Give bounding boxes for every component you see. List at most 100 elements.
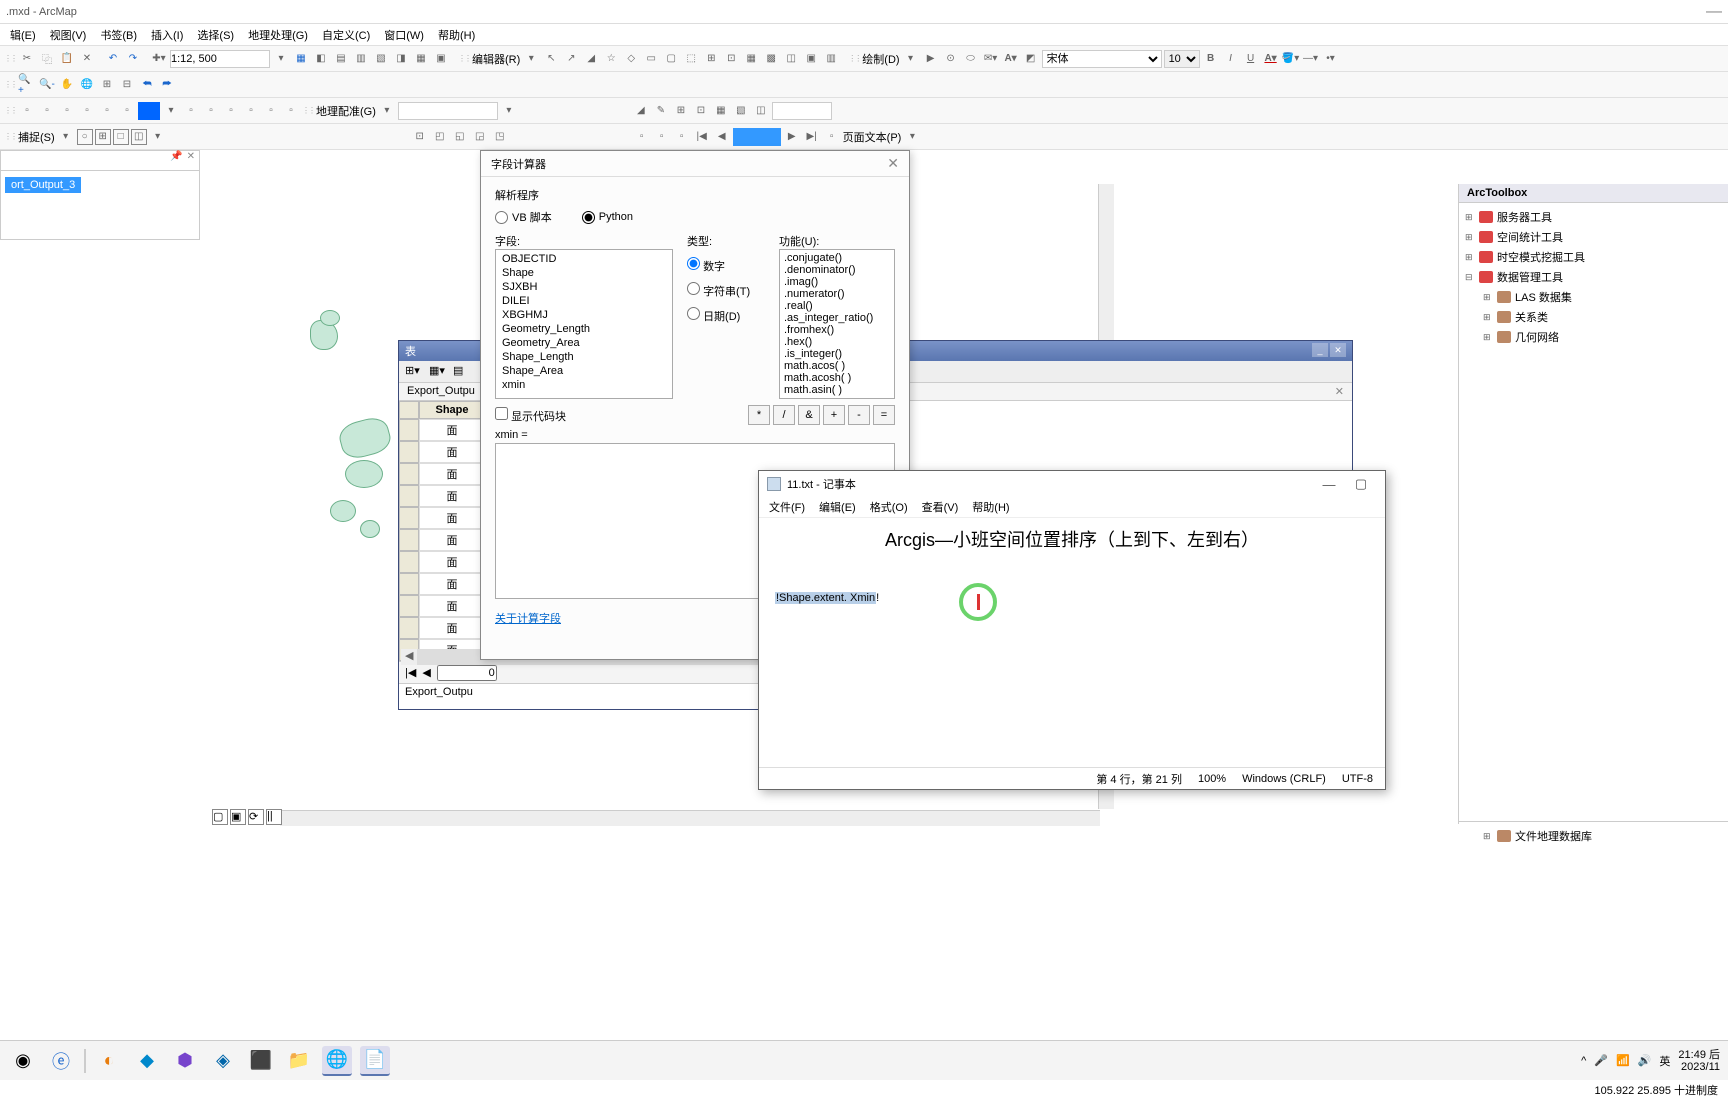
tree-item[interactable]: ⊞时空模式挖掘工具 [1465,247,1722,267]
chevron-down-icon[interactable]: ▾ [522,50,540,68]
op-plus[interactable]: + [823,405,845,425]
linecolor-icon[interactable]: —▾ [1302,50,1320,68]
menu-window[interactable]: 窗口(W) [384,27,424,43]
table-rowhead[interactable] [399,573,419,595]
scale-input[interactable] [170,50,270,68]
tree-item[interactable]: ⊞空间统计工具 [1465,227,1722,247]
layout1-icon[interactable]: ⊡ [411,128,429,146]
tool2-icon[interactable]: ◧ [312,50,330,68]
tree-subitem[interactable]: ⊞文件地理数据库 [1465,826,1722,846]
ed13-icon[interactable]: ◫ [782,50,800,68]
np-menu-view[interactable]: 查看(V) [922,499,959,515]
menu-edit[interactable]: 辑(E) [10,27,36,43]
tool4-icon[interactable]: ▥ [352,50,370,68]
refresh-icon[interactable]: ⟳ [248,809,264,825]
fontcolor-icon[interactable]: A▾ [1262,50,1280,68]
about-link[interactable]: 关于计算字段 [495,610,561,626]
chevron-down-icon[interactable]: ▾ [903,128,921,146]
field-item[interactable]: DILEI [498,294,670,308]
cut-icon[interactable]: ✂ [18,50,36,68]
table-rowhead[interactable] [399,419,419,441]
field-item[interactable]: Shape_Area [498,364,670,378]
tool1-icon[interactable]: ▦ [292,50,310,68]
mic-icon[interactable]: 🎤 [1594,1054,1608,1067]
radio-python[interactable]: Python [582,209,633,225]
fieldcalc-titlebar[interactable]: 字段计算器 ✕ [481,151,909,177]
italic-icon[interactable]: I [1222,50,1240,68]
arcmap-icon[interactable]: 🌐 [322,1046,352,1076]
grip[interactable]: ⋮⋮ [302,106,314,115]
np-menu-help[interactable]: 帮助(H) [972,499,1009,515]
draw-dropdown[interactable]: 绘制(D) [862,51,899,67]
prev-icon[interactable]: ◀ [422,666,430,679]
radio-string[interactable]: 字符串(T) [687,282,765,299]
ed12-icon[interactable]: ▩ [762,50,780,68]
table-cell[interactable]: 面 [419,573,485,595]
page3-icon[interactable]: ▫ [673,128,691,146]
grip[interactable]: ⋮⋮ [458,54,470,63]
gr6-icon[interactable]: ▫ [118,102,136,120]
menu-customize[interactable]: 自定义(C) [322,27,370,43]
envelope-icon[interactable]: ✉▾ [982,50,1000,68]
grip[interactable]: ⋮⋮ [848,54,860,63]
ed11-icon[interactable]: ▦ [742,50,760,68]
ed3-icon[interactable]: ◢ [582,50,600,68]
func-item[interactable]: math.asin( ) [782,384,892,396]
gr15-icon[interactable]: ◢ [632,102,650,120]
table-rowhead[interactable] [399,529,419,551]
table-rowhead[interactable] [399,617,419,639]
func-item[interactable]: .is_integer() [782,348,892,360]
gr20-icon[interactable]: ▧ [732,102,750,120]
tool5-icon[interactable]: ▧ [372,50,390,68]
pagetext-dropdown[interactable]: 页面文本(P) [843,129,902,145]
gr19-icon[interactable]: ▦ [712,102,730,120]
scroll-left-icon[interactable]: ◀ [401,649,417,665]
op-div[interactable]: / [773,405,795,425]
grip[interactable]: ⋮⋮ [4,54,16,63]
gr9-icon[interactable]: ▫ [202,102,220,120]
func-item[interactable]: .numerator() [782,288,892,300]
chevron-down-icon[interactable]: ▾ [378,102,396,120]
redo-icon[interactable]: ↷ [124,50,142,68]
volume-icon[interactable]: 🔊 [1638,1054,1652,1067]
page2-icon[interactable]: ▫ [653,128,671,146]
nav6-icon[interactable]: ⊟ [118,76,136,94]
page-indicator[interactable] [733,128,781,146]
table-cell[interactable]: 面 [419,419,485,441]
tree-subitem[interactable]: ⊞LAS 数据集 [1465,287,1722,307]
ed15-icon[interactable]: ▥ [822,50,840,68]
minimize-button[interactable]: — [1313,477,1345,492]
window-min-icon[interactable]: _ [1312,343,1328,357]
maximize-button[interactable]: ▢ [1345,476,1377,492]
notepad-taskbar-icon[interactable]: 📄 [360,1046,390,1076]
func-item[interactable]: .real() [782,300,892,312]
menu-help[interactable]: 帮助(H) [438,27,475,43]
undo-icon[interactable]: ↶ [104,50,122,68]
prev-icon[interactable]: ◀ [713,128,731,146]
field-item[interactable]: Shape [498,266,670,280]
chevron-down-icon[interactable]: ▾ [902,50,920,68]
np-menu-file[interactable]: 文件(F) [769,499,805,515]
tbl1-icon[interactable]: ⊞▾ [405,364,421,380]
explorer-icon[interactable]: 📁 [284,1046,314,1076]
chevron-down-icon[interactable]: ▾ [57,128,75,146]
snap2-icon[interactable]: ⊞ [95,129,111,145]
snap5-icon[interactable]: ▾ [149,128,167,146]
fields-list[interactable]: OBJECTID Shape SJXBH DILEI XBGHMJ Geomet… [495,249,673,399]
ed5-icon[interactable]: ◇ [622,50,640,68]
nextext-icon[interactable]: ⮫ [158,76,176,94]
ed4-icon[interactable]: ☆ [602,50,620,68]
table-cell[interactable]: 面 [419,617,485,639]
menu-bookmark[interactable]: 书签(B) [100,27,137,43]
ed1-icon[interactable]: ↖ [542,50,560,68]
menu-view[interactable]: 视图(V) [50,27,87,43]
zoomin-icon[interactable]: 🔍+ [18,76,36,94]
table-rowhead[interactable] [399,595,419,617]
map-hscrollbar[interactable] [280,810,1100,826]
zoomout-icon[interactable]: 🔍- [38,76,56,94]
ie-icon[interactable]: ⓔ [46,1046,76,1076]
gr16-icon[interactable]: ✎ [652,102,670,120]
grip[interactable]: ⋮⋮ [4,106,16,115]
snap-dropdown[interactable]: 捕捉(S) [18,129,55,145]
close-icon[interactable]: ✕ [187,151,195,170]
